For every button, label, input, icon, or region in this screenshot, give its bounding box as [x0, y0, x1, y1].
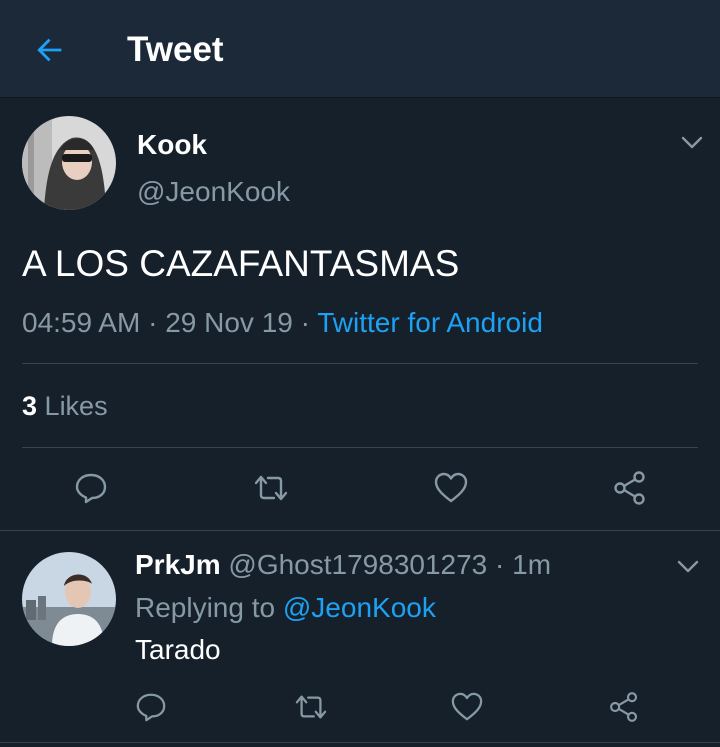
- chevron-down-icon: [677, 560, 699, 573]
- likes-stat[interactable]: 3 Likes: [22, 390, 108, 422]
- tweet-source-link[interactable]: Twitter for Android: [317, 307, 543, 338]
- avatar[interactable]: [22, 552, 116, 646]
- divider: [22, 363, 698, 364]
- like-icon: [451, 692, 483, 721]
- share-button[interactable]: [606, 464, 654, 512]
- avatar-photo: [22, 552, 116, 646]
- divider: [0, 742, 720, 743]
- share-button[interactable]: [600, 683, 648, 731]
- arrow-left-icon: [37, 38, 62, 62]
- like-button[interactable]: [443, 683, 491, 731]
- reply-header: PrkJm @Ghost1798301273 · 1m: [135, 548, 551, 582]
- chevron-down-icon: [681, 136, 703, 149]
- like-button[interactable]: [427, 464, 475, 512]
- reply-button[interactable]: [67, 464, 115, 512]
- back-button[interactable]: [28, 28, 72, 72]
- like-icon: [434, 472, 468, 503]
- reply-author-handle[interactable]: @Ghost1798301273: [228, 549, 487, 580]
- retweet-icon: [295, 695, 327, 719]
- page-title: Tweet: [127, 30, 224, 69]
- replying-prefix: Replying to: [135, 592, 283, 623]
- reply-icon: [75, 473, 107, 504]
- retweet-icon: [254, 475, 288, 501]
- tweet-options-button[interactable]: [680, 131, 704, 155]
- divider: [0, 530, 720, 531]
- divider: [22, 447, 698, 448]
- tweet-date: 29 Nov 19: [165, 307, 293, 338]
- reply-separator: ·: [487, 549, 513, 580]
- author-handle[interactable]: @JeonKook: [137, 175, 290, 209]
- reply-icon: [136, 693, 166, 722]
- likes-label: Likes: [44, 391, 108, 421]
- meta-separator: ·: [292, 307, 318, 338]
- reply-button[interactable]: [127, 683, 175, 731]
- avatar[interactable]: [22, 116, 116, 210]
- tweet-meta: 04:59 AM · 29 Nov 19 · Twitter for Andro…: [22, 306, 543, 340]
- author-name[interactable]: Kook: [137, 128, 207, 162]
- replying-to: Replying to @JeonKook: [135, 591, 436, 625]
- top-app-bar: Tweet: [0, 0, 720, 98]
- replying-mention-link[interactable]: @JeonKook: [283, 592, 436, 623]
- tweet-text: A LOS CAZAFANTASMAS: [22, 243, 460, 284]
- tweet-time: 04:59 AM: [22, 307, 141, 338]
- share-icon: [610, 692, 638, 722]
- retweet-button[interactable]: [287, 683, 335, 731]
- meta-separator: ·: [140, 307, 166, 338]
- likes-count: 3: [22, 391, 38, 421]
- reply-options-button[interactable]: [676, 555, 700, 579]
- reply-time: 1m: [512, 549, 552, 580]
- retweet-button[interactable]: [247, 464, 295, 512]
- avatar-photo: [22, 116, 116, 210]
- reply-text: Tarado: [135, 634, 221, 665]
- share-icon: [614, 471, 645, 505]
- reply-author-name[interactable]: PrkJm: [135, 549, 221, 580]
